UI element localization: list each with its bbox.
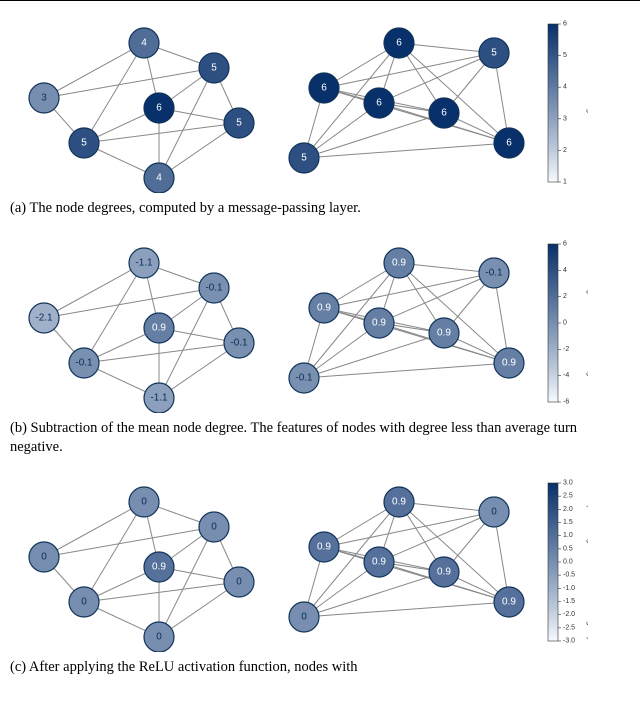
colorbar-tick-label: -3.0	[563, 637, 575, 644]
caption-c-partial: (c) After applying the ReLU activation f…	[0, 656, 640, 684]
graph-a-left: 3 4 5 5 6 5 4	[4, 13, 274, 193]
caption-a: (a) The node degrees, computed by a mess…	[0, 197, 640, 225]
node-value-label: 5	[211, 63, 217, 74]
colorbar-tick-label: -1.5	[563, 598, 575, 605]
node-value-label: -0.1	[75, 357, 93, 368]
graph-b-left: -2.1 -1.1 -0.1 -0.1 0.9 -0.1 -1.1	[4, 233, 274, 413]
node-value-label: -0.1	[205, 282, 223, 293]
colorbar-bar	[548, 24, 558, 182]
node-value-label: 0.9	[437, 327, 451, 338]
node-value-label: 0	[236, 576, 242, 587]
colorbar-tick-label: 1	[563, 179, 567, 186]
colorbar-tick-label: 5	[563, 52, 567, 59]
node-value-label: 0	[491, 506, 497, 517]
node-value-label: 0.9	[437, 566, 451, 577]
colorbar-tick-label: -4	[563, 372, 569, 379]
colorbar-tick-label: 0	[563, 319, 567, 326]
node-value-label: 0.9	[152, 322, 166, 333]
colorbar-tick-label: 4	[563, 266, 567, 273]
colorbar-bar	[548, 483, 558, 641]
panel-a: 3 4 5 5 6 5 4 6 5 6 6 6 6 5 6 5 4 3 2 1 Node Degrees	[0, 5, 640, 197]
node-value-label: 0	[81, 596, 87, 607]
colorbar-c: 3.0 2.5 2.0 1.5 1.0 0.5 0.0 -0.5 -1.0 -1.5 -2.0 -2.…	[544, 477, 588, 647]
colorbar-axis-label: ReLU(Node Degrees - Mean Batch Degree)	[586, 484, 588, 640]
node-value-label: -0.1	[295, 372, 313, 383]
node-value-label: -1.1	[135, 257, 153, 268]
caption-b: (b) Subtraction of the mean node degree.…	[0, 417, 640, 464]
colorbar-tick-label: 3.0	[563, 479, 573, 486]
colorbar-tick-label: 2	[563, 147, 567, 154]
colorbar-tick-label: -2.0	[563, 611, 575, 618]
graph-c-left: 0 0 0 0 0.9 0 0	[4, 472, 274, 652]
colorbar-tick-label: 0.5	[563, 545, 573, 552]
node-value-label: 0.9	[502, 596, 516, 607]
colorbar-tick-label: 2.0	[563, 506, 573, 513]
node-value-label: 5	[236, 118, 242, 129]
node-value-label: 5	[81, 138, 87, 149]
colorbar-a: 6 5 4 3 2 1 Node Degrees	[544, 18, 588, 188]
node-value-label: 6	[156, 103, 162, 114]
colorbar-tick-label: -0.5	[563, 571, 575, 578]
node-value-label: 0	[156, 631, 162, 642]
graph-b-right: 0.9 -0.1 0.9 0.9 0.9 0.9 -0.1	[274, 233, 544, 413]
panel-b: -2.1-1.1-0.1-0.10.9-0.1-1.1 0.9-0.10.90.…	[0, 225, 640, 417]
node-value-label: 6	[441, 108, 447, 119]
node-value-label: 0.9	[372, 556, 386, 567]
node-value-label: 0.9	[392, 496, 406, 507]
colorbar-tick-label: 1.5	[563, 519, 573, 526]
node-value-label: 6	[396, 38, 402, 49]
colorbar-tick-label: -6	[563, 398, 569, 405]
colorbar-b: 6 4 2 0 -2 -4 -6 Node Degrees - Mean Batch Degr…	[544, 238, 588, 408]
graph-a-right: 6 5 6 6 6 6 5	[274, 13, 544, 193]
colorbar-tick-label: -2.5	[563, 624, 575, 631]
colorbar-tick-label: -1.0	[563, 585, 575, 592]
colorbar-axis-label: Node Degrees - Mean Batch Degree	[586, 258, 588, 388]
node-value-label: 3	[41, 93, 47, 104]
colorbar-tick-label: 4	[563, 84, 567, 91]
node-value-label: 5	[301, 153, 307, 164]
colorbar-tick-label: 2.5	[563, 492, 573, 499]
node-value-label: 0	[41, 551, 47, 562]
figure-container: 3 4 5 5 6 5 4 6 5 6 6 6 6 5 6 5 4 3 2 1 Node Degrees (a) T…	[0, 0, 640, 683]
colorbar-tick-label: 0.0	[563, 558, 573, 565]
colorbar-tick-label: 6	[563, 240, 567, 247]
node-value-label: -0.1	[485, 267, 503, 278]
node-value-label: -0.1	[230, 337, 248, 348]
colorbar-bar	[548, 244, 558, 402]
colorbar-tick-label: 2	[563, 293, 567, 300]
node-value-label: 0.9	[317, 302, 331, 313]
node-value-label: 0.9	[152, 561, 166, 572]
colorbar-tick-label: 1.0	[563, 532, 573, 539]
node-value-label: -1.1	[150, 392, 168, 403]
colorbar-tick-label: 6	[563, 21, 567, 28]
node-value-label: 0.9	[502, 357, 516, 368]
node-value-label: 5	[491, 48, 497, 59]
node-value-label: 0	[301, 611, 307, 622]
node-value-label: 6	[506, 138, 512, 149]
node-value-label: 0	[141, 496, 147, 507]
colorbar-axis-label: Node Degrees	[586, 77, 588, 129]
colorbar-tick-label: -2	[563, 345, 569, 352]
divider-top	[0, 0, 640, 1]
node-value-label: 6	[376, 98, 382, 109]
node-value-label: 0.9	[317, 541, 331, 552]
node-value-label: 0	[211, 521, 217, 532]
node-value-label: -2.1	[35, 312, 53, 323]
node-value-label: 0.9	[392, 257, 406, 268]
node-value-label: 4	[141, 38, 147, 49]
graph-c-right: 0.9 0 0.9 0.9 0.9 0.9 0	[274, 472, 544, 652]
colorbar-tick-label: 3	[563, 115, 567, 122]
panel-c: 0 0 0 0 0.9 0 0 0.9 0 0.9 0.9 0.9 0.9 0 3.0 2.5 2.0 1.5…	[0, 464, 640, 656]
node-value-label: 4	[156, 173, 162, 184]
node-value-label: 6	[321, 83, 327, 94]
node-value-label: 0.9	[372, 317, 386, 328]
